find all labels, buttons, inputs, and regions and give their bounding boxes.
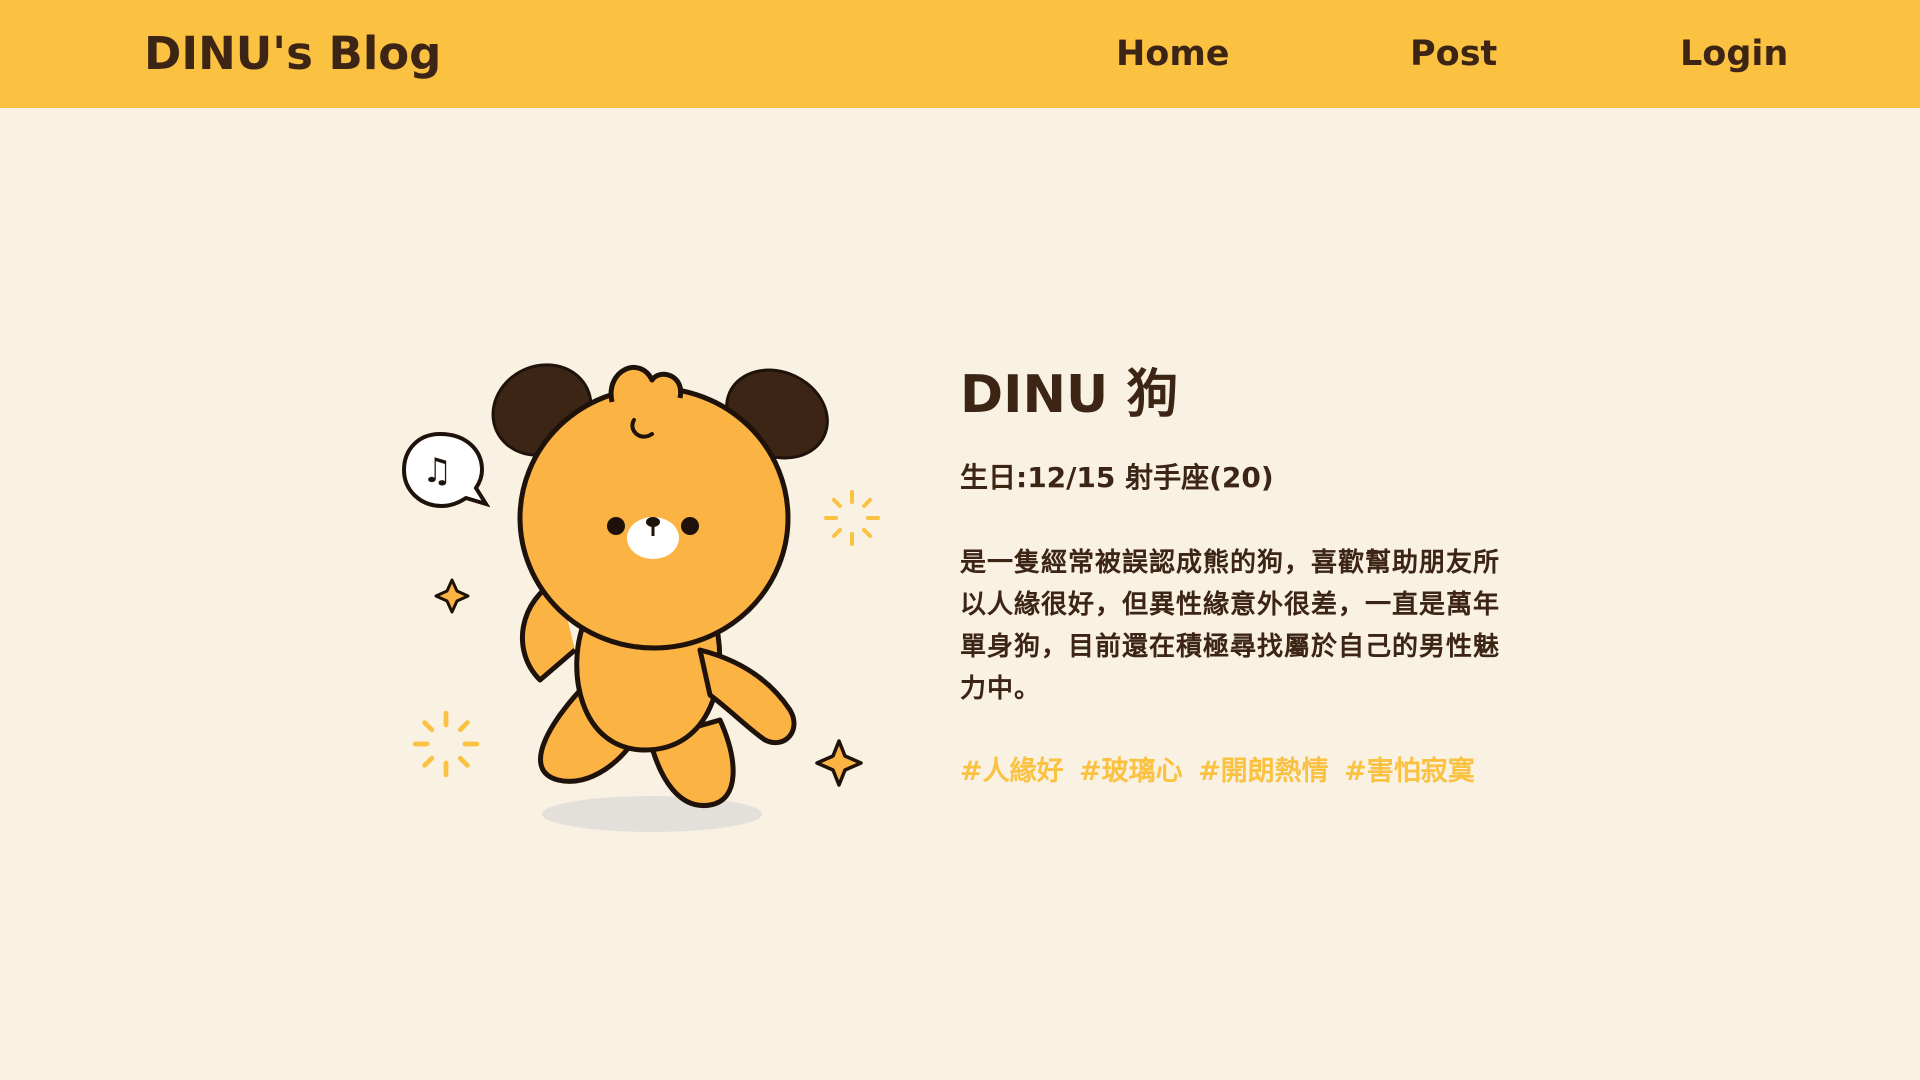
profile-tags: #人緣好 #玻璃心 #開朗熱情 #害怕寂寞: [960, 752, 1520, 792]
burst-icon: [412, 710, 480, 778]
site-brand[interactable]: DINU's Blog: [144, 24, 441, 84]
dinu-dog-illustration: ♫: [390, 350, 910, 850]
navbar: DINU's Blog Home Post Login: [0, 0, 1920, 108]
sparkle-icon: [434, 578, 470, 614]
sparkle-icon: [815, 739, 863, 787]
nav-home-link[interactable]: Home: [1116, 30, 1230, 78]
profile-name: DINU 狗: [960, 365, 1179, 425]
burst-icon: [824, 490, 880, 546]
profile-card: DINU 狗 生日:12/15 射手座(20) 是一隻經常被誤認成熊的狗，喜歡幫…: [960, 360, 1520, 792]
svg-text:♫: ♫: [422, 451, 452, 491]
nav-login-link[interactable]: Login: [1680, 30, 1788, 78]
profile-birthday: 生日:12/15 射手座(20): [960, 461, 1274, 494]
tag[interactable]: #玻璃心: [1079, 756, 1183, 787]
tag[interactable]: #害怕寂寞: [1344, 756, 1475, 787]
music-note-icon: ♫: [401, 431, 490, 509]
profile-description: 是一隻經常被誤認成熊的狗，喜歡幫助朋友所以人緣很好，但異性緣意外很差，一直是萬年…: [960, 548, 1501, 704]
nav-post-link[interactable]: Post: [1410, 30, 1497, 78]
tag[interactable]: #開朗熱情: [1198, 756, 1329, 787]
tag[interactable]: #人緣好: [960, 756, 1064, 787]
